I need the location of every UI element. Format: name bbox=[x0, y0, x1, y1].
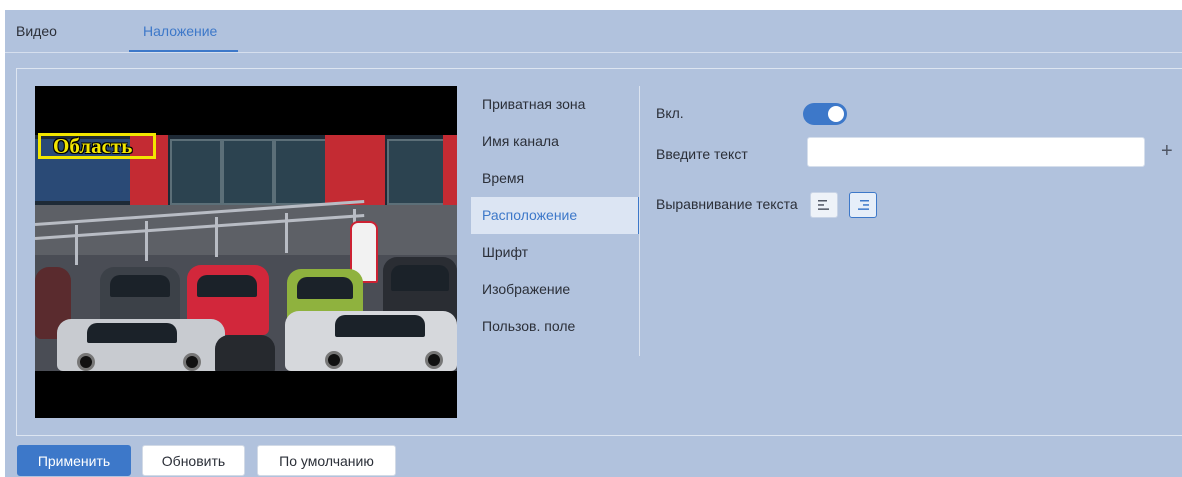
menu-item-channel-name[interactable]: Имя канала bbox=[471, 123, 640, 160]
menu-item-privacy-zone[interactable]: Приватная зона bbox=[471, 86, 640, 123]
overlay-text-preview: Область bbox=[53, 134, 133, 158]
overlay-panel: Область Приватная зона Имя канала Время … bbox=[16, 68, 1182, 436]
menu-item-custom-field[interactable]: Пользов. поле bbox=[471, 308, 640, 345]
menu-item-font[interactable]: Шрифт bbox=[471, 234, 640, 271]
menu-item-location[interactable]: Расположение bbox=[471, 197, 640, 234]
overlay-settings-page: Видео Наложение Область Приватная зона И… bbox=[5, 10, 1182, 477]
enable-label: Вкл. bbox=[656, 105, 684, 121]
right-align-icon bbox=[858, 200, 869, 210]
tab-overlay[interactable]: Наложение bbox=[143, 23, 217, 39]
camera-image bbox=[35, 135, 457, 371]
add-text-button[interactable]: + bbox=[1161, 141, 1173, 161]
overlay-menu: Приватная зона Имя канала Время Располож… bbox=[471, 86, 640, 345]
text-align-label: Выравнивание текста bbox=[656, 196, 798, 212]
enable-toggle[interactable] bbox=[803, 103, 847, 125]
toggle-knob bbox=[828, 106, 844, 122]
tab-bar: Видео Наложение bbox=[5, 10, 1182, 53]
video-preview: Область bbox=[35, 86, 457, 418]
apply-button[interactable]: Применить bbox=[17, 445, 131, 476]
text-input-label: Введите текст bbox=[656, 146, 748, 162]
tab-video[interactable]: Видео bbox=[16, 23, 57, 39]
left-align-icon bbox=[818, 200, 829, 210]
default-button[interactable]: По умолчанию bbox=[257, 445, 396, 476]
refresh-button[interactable]: Обновить bbox=[142, 445, 245, 476]
align-right-button[interactable] bbox=[849, 192, 877, 218]
menu-item-time[interactable]: Время bbox=[471, 160, 640, 197]
align-left-button[interactable] bbox=[810, 192, 838, 218]
menu-item-image[interactable]: Изображение bbox=[471, 271, 640, 308]
tab-divider bbox=[5, 52, 1182, 53]
overlay-text-input[interactable] bbox=[807, 137, 1145, 167]
menu-divider bbox=[639, 86, 640, 356]
